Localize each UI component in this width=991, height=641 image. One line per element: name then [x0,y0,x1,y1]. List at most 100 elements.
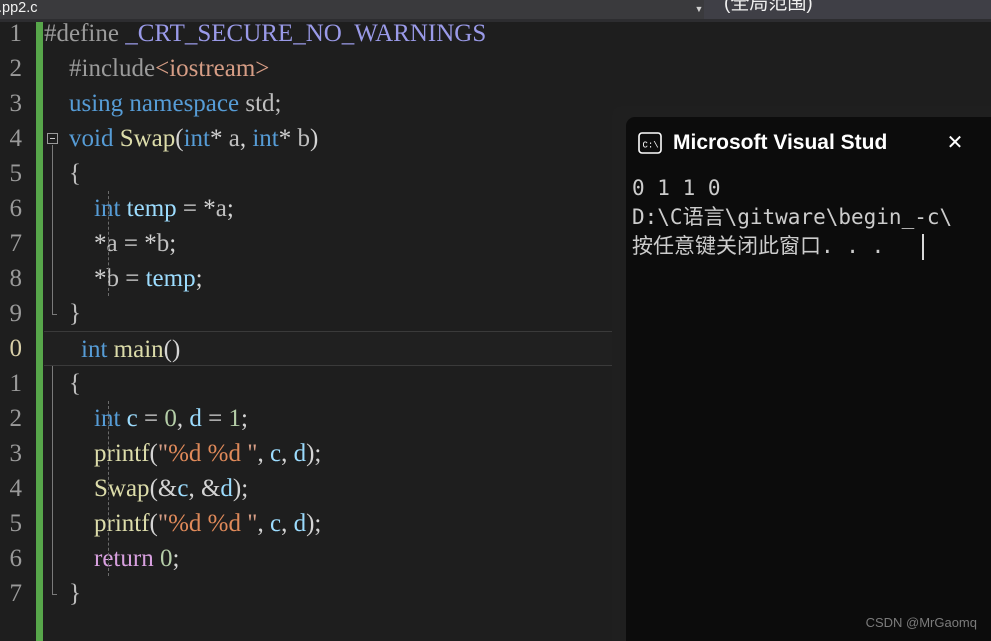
code-token: } [44,300,81,327]
code-token: d [293,440,307,467]
code-token: , [176,405,190,432]
console-output-line: D:\C语言\gitware\begin_-c\ [632,205,953,229]
code-token: * [278,125,298,152]
code-token: int [183,125,210,152]
code-line[interactable]: Swap(&c, &d); [44,471,248,506]
code-token: %d %d [168,440,241,467]
console-output-line: 按任意键关闭此窗口. . . [632,234,885,258]
code-line-text: using namespace std; [44,90,281,117]
code-token: std; [239,90,282,117]
code-token: , [257,440,270,467]
code-token: 0 [164,405,177,432]
code-token: , [281,510,294,537]
code-line-text: #define _CRT_SECURE_NO_WARNINGS [44,20,486,47]
chevron-down-icon[interactable]: ▼ [692,0,706,18]
code-token: a [215,195,227,222]
code-line[interactable]: using namespace std; [44,86,281,121]
code-token: } [44,580,81,607]
code-token: int [94,405,121,432]
code-line-text: int main() [56,336,180,363]
code-line[interactable]: #include<iostream> [44,51,269,86]
code-token: b [156,230,170,257]
code-token: ( [175,125,184,152]
code-line[interactable]: printf("%d %d ", c, d); [44,436,321,471]
code-token: printf [94,440,150,467]
code-token: c [269,440,282,467]
code-token: temp [145,265,196,292]
code-token: = [137,405,165,432]
code-token: a [228,125,240,152]
code-token: _CRT_SECURE_NO_WARNINGS [125,20,487,47]
code-token: <iostream> [155,55,270,82]
code-token: %d %d [168,510,241,537]
code-line[interactable]: *b = temp; [44,261,203,296]
code-token: 0 [159,545,173,572]
code-token: ; [195,265,203,292]
code-line[interactable]: void Swap(int* a, int* b) [44,121,318,156]
code-token: = * [117,230,157,257]
code-token: = [201,405,229,432]
code-token: , [257,510,270,537]
code-token: { [44,160,81,187]
code-line[interactable]: } [44,576,81,611]
code-token: ); [232,475,249,502]
code-line[interactable]: { [44,366,81,401]
code-line-text: #include<iostream> [44,55,269,82]
code-line[interactable]: return 0; [44,541,179,576]
code-line[interactable]: } [44,296,81,331]
code-token: c [269,510,282,537]
code-token: ; [226,195,234,222]
code-token: , & [188,475,221,502]
code-line-text: } [44,580,81,607]
code-token: ; [240,405,248,432]
code-token: { [44,370,81,397]
code-line-text: { [44,160,81,187]
code-token: * [44,265,107,292]
code-line[interactable]: int c = 0, d = 1; [44,401,248,436]
code-token: () [163,336,181,363]
console-window[interactable]: C:\ Microsoft Visual Stud ✕ 0 1 1 0 D:\C语… [612,106,991,641]
code-token: " [157,440,169,467]
top-bar-divider [0,19,991,22]
editor-top-bar: .pp2.c ▼ (全局范围) [0,0,991,22]
code-line-text: printf("%d %d ", c, d); [44,510,321,537]
close-icon[interactable]: ✕ [942,130,968,156]
code-token: " [241,440,258,467]
code-token: ; [172,545,180,572]
console-output: 0 1 1 0 D:\C语言\gitware\begin_-c\ 按任意键关闭此窗口… [626,169,991,641]
code-token: * [44,230,107,257]
code-token: using namespace [69,90,240,117]
code-token: (& [149,475,178,502]
svg-text:C:\: C:\ [643,141,659,151]
console-output-line: 0 1 1 0 [632,176,721,200]
code-token: int [94,195,121,222]
tab-app2-c[interactable]: .pp2.c [0,0,48,21]
code-token: = * [176,195,216,222]
code-line-text: return 0; [44,545,179,572]
code-line-text: int temp = *a; [44,195,234,222]
code-token: ( [149,510,158,537]
code-token: void [69,125,114,152]
code-token: = [119,265,146,292]
code-line[interactable]: printf("%d %d ", c, d); [44,506,321,541]
code-line[interactable]: int temp = *a; [44,191,234,226]
scope-dropdown-label: (全局范围) [724,0,813,14]
code-token: Swap [94,475,150,502]
code-token: ); [306,510,322,537]
code-token: #define [44,20,126,47]
code-line-text: Swap(&c, &d); [44,475,248,502]
code-line[interactable]: { [44,156,81,191]
code-token: b [297,125,311,152]
code-token: return [94,545,154,572]
code-token: temp [126,195,177,222]
watermark-text: CSDN @MrGaomq [865,615,977,630]
code-token: c [126,405,138,432]
code-line[interactable]: int main() [44,331,612,366]
